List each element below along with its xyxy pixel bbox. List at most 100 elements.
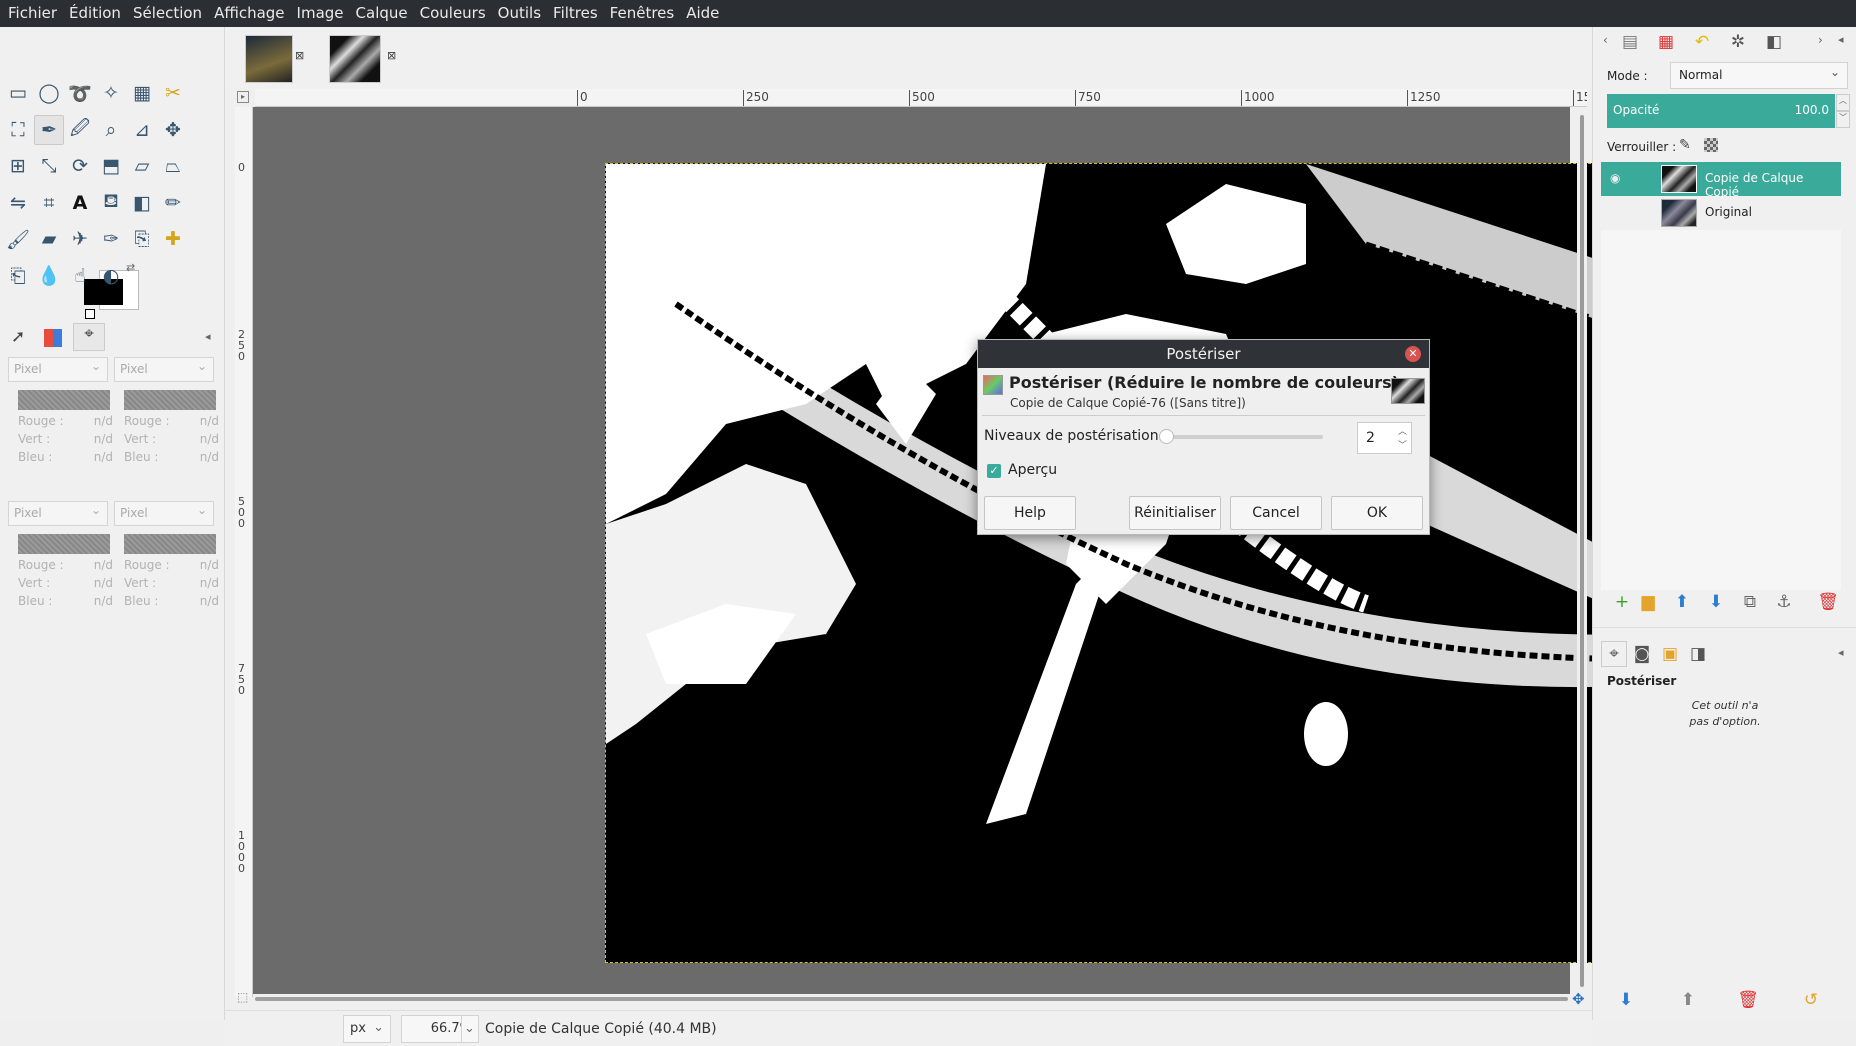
restore-options-icon[interactable]: ⬆: [1675, 987, 1701, 1013]
levels-slider[interactable]: [1159, 429, 1323, 444]
scale-icon[interactable]: ⬒: [96, 151, 126, 181]
cancel-button[interactable]: Cancel: [1230, 496, 1322, 530]
swap-colors-icon[interactable]: ⇄: [126, 261, 135, 274]
unit-select-left-1[interactable]: Pixel: [8, 357, 108, 382]
measure-icon[interactable]: ⊿: [127, 115, 157, 145]
shear-icon[interactable]: ▱: [127, 151, 157, 181]
color-picker-icon[interactable]: 🖉: [65, 115, 95, 145]
default-colors-icon[interactable]: [85, 309, 95, 319]
ink-icon[interactable]: ✑: [96, 224, 126, 254]
new-layer-icon[interactable]: +: [1609, 589, 1635, 615]
preview-checkbox[interactable]: ✓: [987, 464, 1001, 478]
flip-icon[interactable]: ⇋: [3, 188, 33, 218]
eraser-icon[interactable]: ▰: [34, 224, 64, 254]
undo-history-tab-icon[interactable]: ↶: [1689, 29, 1715, 55]
lasso-icon[interactable]: ➰: [65, 78, 95, 108]
dock-menu-icon[interactable]: ◂: [1838, 33, 1844, 46]
navigate-icon[interactable]: ✥: [1572, 990, 1585, 1008]
image-tab-1-thumbnail[interactable]: [245, 35, 293, 83]
quickmask-icon[interactable]: ⬚: [237, 990, 248, 1004]
canvas[interactable]: [253, 107, 1671, 997]
spin-down-icon[interactable]: ﹀: [1398, 438, 1407, 451]
layer-row-active[interactable]: ◉ Copie de Calque Copié: [1601, 162, 1841, 199]
transform-icon[interactable]: ⤡: [34, 151, 64, 181]
menu-fichier[interactable]: Fichier: [2, 0, 63, 27]
zoom-icon[interactable]: ⌕: [96, 115, 126, 145]
save-options-icon[interactable]: ⬇: [1613, 987, 1639, 1013]
lower-layer-icon[interactable]: ⬇: [1703, 589, 1729, 615]
brushes-tab-icon[interactable]: ◙: [1629, 641, 1655, 667]
patterns-tab-icon[interactable]: ▣: [1657, 641, 1683, 667]
duplicate-layer-icon[interactable]: ⧉: [1737, 589, 1763, 615]
delete-options-icon[interactable]: 🗑: [1735, 987, 1761, 1013]
channels-tab-icon[interactable]: ▦: [1653, 29, 1679, 55]
menu-couleurs[interactable]: Couleurs: [414, 0, 492, 27]
layer-row[interactable]: Original: [1601, 196, 1841, 230]
menu-filtres[interactable]: Filtres: [547, 0, 604, 27]
rect-select-icon[interactable]: ▭: [3, 78, 33, 108]
zoom-dropdown[interactable]: ⌄: [461, 1015, 479, 1043]
smudge-icon[interactable]: ☝: [65, 261, 95, 291]
gradient-icon[interactable]: ◧: [127, 188, 157, 218]
menu-fenetres[interactable]: Fenêtres: [604, 0, 681, 27]
unit-select[interactable]: px ⌄: [343, 1015, 391, 1043]
rotate-icon[interactable]: ⟳: [65, 151, 95, 181]
reset-button[interactable]: Réinitialiser: [1129, 496, 1221, 530]
dock-right-arrow-icon[interactable]: ›: [1818, 33, 1823, 47]
gradients-tab-icon[interactable]: ◨: [1685, 641, 1711, 667]
reset-options-icon[interactable]: ↺: [1798, 987, 1824, 1013]
posterized-image[interactable]: [605, 163, 1671, 963]
menu-outils[interactable]: Outils: [492, 0, 547, 27]
fuzzy-select-icon[interactable]: ✧: [96, 78, 126, 108]
menu-image[interactable]: Image: [291, 0, 350, 27]
cage-icon[interactable]: ⌗: [34, 188, 64, 218]
menu-affichage[interactable]: Affichage: [208, 0, 290, 27]
move-icon[interactable]: ✥: [158, 115, 188, 145]
ellipse-select-icon[interactable]: ◯: [34, 78, 64, 108]
ok-button[interactable]: OK: [1331, 496, 1423, 530]
ruler-corner-icon[interactable]: ▸: [237, 91, 249, 103]
layers-tab-icon[interactable]: ▤: [1617, 29, 1643, 55]
horizontal-scrollbar[interactable]: [253, 994, 1570, 1004]
scroll-thumb[interactable]: [1580, 115, 1584, 987]
text-icon[interactable]: A: [65, 188, 95, 218]
opacity-slider[interactable]: Opacité 100.0: [1607, 94, 1835, 128]
new-group-icon[interactable]: ▆: [1635, 589, 1661, 615]
image-tab-2-thumbnail[interactable]: [329, 35, 381, 83]
opacity-spin-down-icon[interactable]: ﹀: [1836, 111, 1850, 128]
scissors-icon[interactable]: ✂: [158, 78, 188, 108]
unit-select-right-2[interactable]: Pixel: [114, 501, 214, 526]
dodge-icon[interactable]: ◐: [96, 261, 126, 291]
close-icon[interactable]: ⊠: [295, 49, 304, 62]
color-select-icon[interactable]: ▦: [127, 78, 157, 108]
menu-edition[interactable]: Édition: [63, 0, 127, 27]
delete-layer-icon[interactable]: 🗑: [1815, 589, 1841, 615]
vertical-scrollbar[interactable]: [1577, 107, 1587, 997]
gradient-tab-icon[interactable]: ◧: [1761, 29, 1787, 55]
blur-icon[interactable]: 💧: [34, 261, 64, 291]
lock-alpha-icon[interactable]: [1704, 138, 1718, 152]
spin-up-icon[interactable]: ︿: [1398, 424, 1407, 437]
paths-tab-icon[interactable]: ✲: [1725, 29, 1751, 55]
foreground-select-icon[interactable]: ⛶: [3, 115, 33, 145]
menu-calque[interactable]: Calque: [350, 0, 414, 27]
align-icon[interactable]: ⊞: [3, 151, 33, 181]
unit-select-left-2[interactable]: Pixel: [8, 501, 108, 526]
slider-knob[interactable]: [1159, 429, 1174, 444]
perspective-icon[interactable]: ⏢: [158, 151, 188, 181]
tool-options-tab-icon[interactable]: ⌖: [1601, 641, 1627, 667]
dock-menu-icon[interactable]: ◂: [1838, 646, 1844, 659]
tool-options-tab-icon[interactable]: ⌖: [73, 323, 105, 351]
scroll-thumb[interactable]: [255, 997, 1568, 1001]
bucket-fill-icon[interactable]: ⛾: [96, 188, 126, 218]
pointer-tab-icon[interactable]: ➚: [11, 327, 25, 347]
visibility-eye-icon[interactable]: ◉: [1610, 171, 1620, 185]
opacity-spin-up-icon[interactable]: ︿: [1836, 94, 1850, 111]
pencil-icon[interactable]: ✏: [158, 188, 188, 218]
dock-left-arrow-icon[interactable]: ‹: [1603, 33, 1608, 47]
close-icon[interactable]: ⊠: [387, 49, 396, 62]
paths-icon[interactable]: ✒: [34, 114, 64, 145]
menu-aide[interactable]: Aide: [680, 0, 725, 27]
mode-select[interactable]: Normal ⌄: [1670, 62, 1848, 89]
palette-tab-icon[interactable]: [44, 329, 62, 347]
